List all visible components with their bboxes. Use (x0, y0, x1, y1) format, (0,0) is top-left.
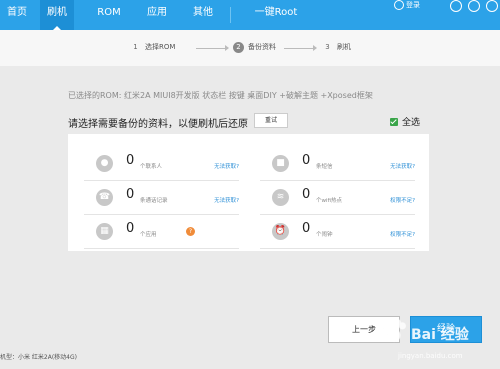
backup-item-alarm[interactable]: ⏰ 0 个闹钟 权限不足? (260, 214, 415, 249)
step-arrow (284, 45, 317, 51)
backup-item-sms[interactable]: ■ 0 条短信 无法获取? (260, 146, 415, 181)
select-all-label: 全选 (402, 118, 421, 128)
step-indicator: 1 选择ROM 2 备份资料 3 刷机 (0, 30, 500, 66)
nav-rom[interactable]: ROM (90, 0, 128, 30)
insufficient-permission-link[interactable]: 权限不足? (390, 230, 415, 238)
backup-item-call-log[interactable]: ☎ 0 条通话记录 无法获取? (84, 180, 239, 215)
window-controls (446, 0, 500, 12)
watermark-url: jingyan.baidu.com (398, 352, 463, 360)
cannot-get-link[interactable]: 无法获取? (214, 162, 239, 170)
close-icon[interactable] (486, 0, 498, 12)
item-label: 个联系人 (140, 164, 163, 170)
minimize-icon[interactable] (468, 0, 480, 12)
item-count: 0 (126, 153, 135, 168)
paw-icon (380, 318, 408, 346)
item-count: 0 (126, 187, 135, 202)
nav-apps[interactable]: 应用 (140, 0, 174, 30)
nav-divider (230, 7, 231, 23)
sms-icon: ■ (272, 155, 289, 172)
item-label: 个闹钟 (316, 232, 333, 238)
backup-item-apps[interactable]: ▦ 0 个应用 ? (84, 214, 239, 249)
checkbox-checked-icon (390, 118, 398, 126)
item-label: 个应用 (140, 232, 157, 238)
item-label: 条短信 (316, 164, 333, 170)
item-count: 0 (302, 187, 311, 202)
wifi-icon: ≋ (272, 189, 289, 206)
login-label: 登录 (406, 1, 420, 9)
step-label: 刷机 (337, 43, 351, 51)
step-arrow (196, 45, 229, 51)
nav-one-click-root[interactable]: 一键Root (246, 0, 306, 30)
device-model-status: 机型：小米 红米2A(移动4G) (0, 354, 77, 361)
item-count: 0 (302, 221, 311, 236)
backup-prompt-row: 请选择需要备份的资料，以便刷机后还原 重试 全选 (68, 113, 428, 130)
backup-item-wifi[interactable]: ≋ 0 个wifi热点 权限不足? (260, 180, 415, 215)
retry-button[interactable]: 重试 (254, 113, 288, 128)
login-link[interactable]: 登录 (394, 0, 420, 10)
cannot-get-link[interactable]: 无法获取? (390, 162, 415, 170)
nav-flash[interactable]: 刷机 (40, 0, 74, 30)
step-number: 1 (133, 43, 138, 51)
warning-icon[interactable]: ? (186, 227, 195, 236)
item-count: 0 (302, 153, 311, 168)
item-label: 个wifi热点 (316, 198, 342, 204)
user-icon (394, 0, 404, 10)
insufficient-permission-link[interactable]: 权限不足? (390, 196, 415, 204)
cannot-get-link[interactable]: 无法获取? (214, 196, 239, 204)
step-number: 2 (233, 42, 244, 53)
watermark-logo: Bai 经验 jingyan.baidu.com (380, 312, 500, 369)
nav-home[interactable]: 首页 (0, 0, 34, 30)
backup-item-contacts[interactable]: ● 0 个联系人 无法获取? (84, 146, 239, 181)
select-all-checkbox[interactable]: 全选 (390, 115, 420, 128)
item-label: 条通话记录 (140, 198, 168, 204)
watermark-text: Bai 经验 (411, 327, 469, 343)
nav-other[interactable]: 其他 (186, 0, 220, 30)
apps-icon: ▦ (96, 223, 113, 240)
selected-rom-info: 已选择的ROM: 红米2A MIUI8开发版 状态栏 按键 桌面DIY +破解主… (68, 91, 373, 100)
step-flash: 3 刷机 (322, 42, 351, 53)
menu-icon[interactable] (450, 0, 462, 12)
step-number: 3 (325, 43, 330, 51)
backup-items-panel: ● 0 个联系人 无法获取? ■ 0 条短信 无法获取? ☎ 0 条通话记录 无… (68, 134, 429, 251)
call-log-icon: ☎ (96, 189, 113, 206)
top-nav-bar: 首页 刷机 ROM 应用 其他 一键Root 登录 (0, 0, 500, 30)
item-count: 0 (126, 221, 135, 236)
step-label: 选择ROM (145, 43, 176, 51)
alarm-icon: ⏰ (272, 223, 289, 240)
contacts-icon: ● (96, 155, 113, 172)
step-select-rom: 1 选择ROM (130, 42, 175, 53)
step-label: 备份资料 (248, 43, 276, 51)
step-backup: 2 备份资料 (233, 42, 276, 53)
backup-prompt: 请选择需要备份的资料，以便刷机后还原 (68, 119, 248, 130)
